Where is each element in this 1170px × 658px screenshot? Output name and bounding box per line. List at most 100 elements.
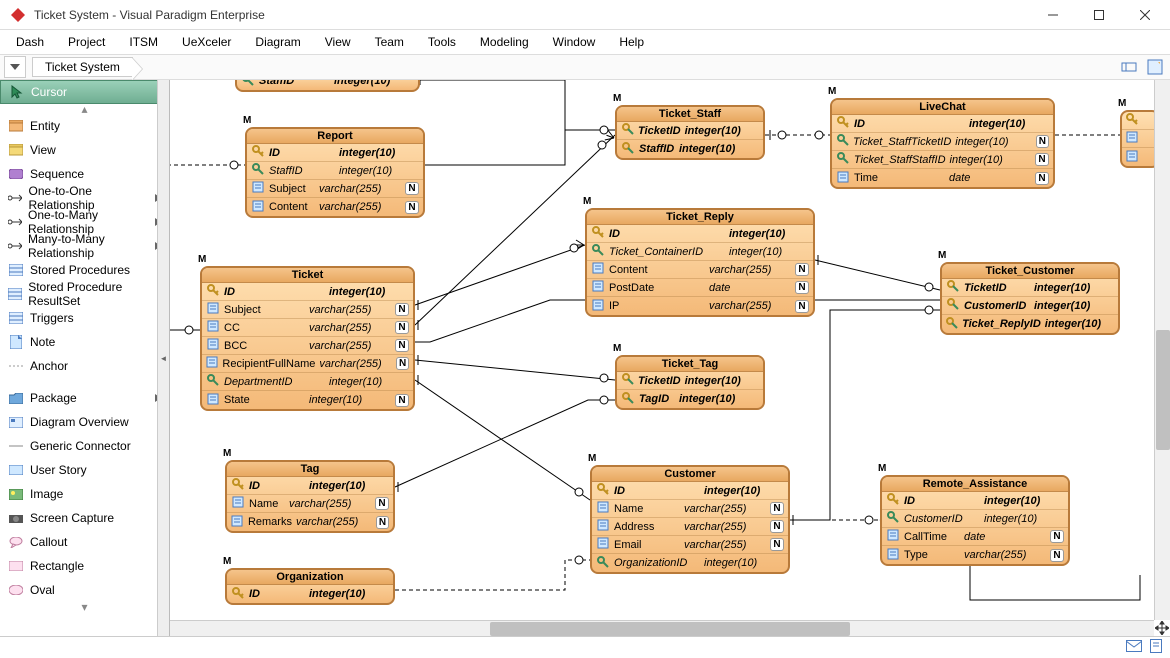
menu-project[interactable]: Project [56, 31, 117, 53]
entity-column[interactable]: Emailvarchar(255)N [592, 536, 788, 554]
menu-window[interactable]: Window [541, 31, 608, 53]
palette-user-story[interactable]: User Story [0, 458, 169, 482]
entity-column[interactable]: Namevarchar(255)N [592, 500, 788, 518]
entity-column[interactable]: Ticket_StaffStaffIDinteger(10)N [832, 151, 1053, 169]
entity-customer[interactable]: CustomerIDinteger(10)Namevarchar(255)NAd… [590, 465, 790, 574]
entity-organization[interactable]: OrganizationIDinteger(10) [225, 568, 395, 605]
entity-ticket_customer[interactable]: Ticket_CustomerTicketIDinteger(10)Custom… [940, 262, 1120, 335]
palette-many-to-many-relationship[interactable]: Many-to-Many Relationship [0, 234, 169, 258]
entity-remote_assistance[interactable]: Remote_AssistanceIDinteger(10)CustomerID… [880, 475, 1070, 566]
menu-uexceler[interactable]: UeXceler [170, 31, 243, 53]
entity-column[interactable]: TicketIDinteger(10) [617, 372, 763, 390]
palette-sequence[interactable]: Sequence [0, 162, 169, 186]
entity-column[interactable]: CustomerIDinteger(10) [942, 297, 1118, 315]
document-icon[interactable] [1150, 639, 1162, 656]
palette-oval[interactable]: Oval [0, 578, 169, 602]
entity-column[interactable]: Subjectvarchar(255)N [247, 180, 423, 198]
entity-column[interactable]: CCvarchar(255)N [202, 319, 413, 337]
entity-column[interactable]: Contentvarchar(255)N [587, 261, 813, 279]
entity-column[interactable]: IPvarchar(255)N [587, 297, 813, 315]
entity-column[interactable]: IDinteger(10) [227, 585, 393, 603]
entity-column[interactable]: TimedateN [832, 169, 1053, 187]
menu-dash[interactable]: Dash [4, 31, 56, 53]
palette-anchor[interactable]: Anchor [0, 354, 169, 378]
entity-tag[interactable]: TagIDinteger(10)Namevarchar(255)NRemarks… [225, 460, 395, 533]
entity-column[interactable]: TagIDinteger(10) [617, 390, 763, 408]
entity-report[interactable]: ReportIDinteger(10)StaffIDinteger(10)Sub… [245, 127, 425, 218]
palette-view[interactable]: View [0, 138, 169, 162]
entity-column[interactable]: IDinteger(10) [247, 144, 423, 162]
horizontal-scrollbar[interactable] [170, 620, 1154, 636]
entity-column[interactable]: TicketIDinteger(10) [942, 279, 1118, 297]
entity-column[interactable]: IDinteger(10) [832, 115, 1053, 133]
menu-help[interactable]: Help [607, 31, 656, 53]
palette-stored-procedures[interactable]: Stored Procedures [0, 258, 169, 282]
entity-column[interactable]: CustomerIDinteger(10) [882, 510, 1068, 528]
menu-itsm[interactable]: ITSM [117, 31, 170, 53]
entity-column[interactable]: StaffIDinteger(10) [617, 140, 763, 158]
entity-column[interactable]: CallTimedateN [882, 528, 1068, 546]
entity-column[interactable]: BCCvarchar(255)N [202, 337, 413, 355]
maximize-button[interactable] [1076, 0, 1122, 30]
breadcrumb-dropdown-button[interactable] [4, 56, 26, 78]
entity-column[interactable]: Addressvarchar(255)N [592, 518, 788, 536]
close-button[interactable] [1122, 0, 1168, 30]
menu-tools[interactable]: Tools [416, 31, 468, 53]
palette-diagram-overview[interactable]: Diagram Overview [0, 410, 169, 434]
palette-cursor[interactable]: Cursor [0, 80, 169, 104]
palette-note[interactable]: Note [0, 330, 169, 354]
entity-column[interactable]: Ticket_ContainerIDinteger(10) [587, 243, 813, 261]
palette-rectangle[interactable]: Rectangle [0, 554, 169, 578]
entity-column[interactable]: RecipientFullNamevarchar(255)N [202, 355, 413, 373]
menu-modeling[interactable]: Modeling [468, 31, 541, 53]
entity-column[interactable] [1122, 112, 1154, 130]
palette-collapse-handle[interactable]: ◄ [157, 80, 169, 636]
entity-column[interactable]: Remarksvarchar(255)N [227, 513, 393, 531]
entity-column[interactable]: Contentvarchar(255)N [247, 198, 423, 216]
entity-column[interactable]: PostDatedateN [587, 279, 813, 297]
entity-column[interactable]: IDinteger(10) [587, 225, 813, 243]
entity-fragment_top[interactable]: StaffIDinteger(10) [235, 80, 420, 92]
mail-icon[interactable] [1126, 640, 1142, 655]
entity-livechat[interactable]: LiveChatIDinteger(10)Ticket_StaffTicketI… [830, 98, 1055, 189]
entity-column[interactable]: Typevarchar(255)N [882, 546, 1068, 564]
entity-frag_right[interactable] [1120, 110, 1154, 168]
entity-column[interactable]: Subjectvarchar(255)N [202, 301, 413, 319]
entity-column[interactable]: Ticket_ReplyIDinteger(10) [942, 315, 1118, 333]
palette-generic-connector[interactable]: Generic Connector [0, 434, 169, 458]
palette-screen-capture[interactable]: Screen Capture [0, 506, 169, 530]
toolbar-layout-icon[interactable] [1118, 56, 1140, 78]
palette-entity[interactable]: Entity [0, 114, 169, 138]
entity-column[interactable] [1122, 148, 1154, 166]
minimize-button[interactable] [1030, 0, 1076, 30]
entity-column[interactable]: Ticket_StaffTicketIDinteger(10)N [832, 133, 1053, 151]
entity-ticket[interactable]: TicketIDinteger(10)Subjectvarchar(255)NC… [200, 266, 415, 411]
palette-package[interactable]: Package [0, 386, 169, 410]
entity-ticket_tag[interactable]: Ticket_TagTicketIDinteger(10)TagIDintege… [615, 355, 765, 410]
menu-view[interactable]: View [313, 31, 363, 53]
entity-column[interactable] [1122, 130, 1154, 148]
vertical-scrollbar[interactable] [1154, 80, 1170, 620]
entity-column[interactable]: IDinteger(10) [592, 482, 788, 500]
entity-ticket_reply[interactable]: Ticket_ReplyIDinteger(10)Ticket_Containe… [585, 208, 815, 317]
breadcrumb-item[interactable]: Ticket System [32, 57, 133, 77]
palette-one-to-many-relationship[interactable]: One-to-Many Relationship [0, 210, 169, 234]
entity-column[interactable]: IDinteger(10) [202, 283, 413, 301]
entity-column[interactable]: DepartmentIDinteger(10) [202, 373, 413, 391]
entity-column[interactable]: TicketIDinteger(10) [617, 122, 763, 140]
entity-column[interactable]: OrganizationIDinteger(10) [592, 554, 788, 572]
diagram-canvas[interactable]: StaffIDinteger(10)ReportIDinteger(10)Sta… [170, 80, 1154, 620]
menu-diagram[interactable]: Diagram [243, 31, 312, 53]
entity-column[interactable]: Stateinteger(10)N [202, 391, 413, 409]
entity-column[interactable]: StaffIDinteger(10) [247, 162, 423, 180]
palette-triggers[interactable]: Triggers [0, 306, 169, 330]
menu-team[interactable]: Team [363, 31, 416, 53]
palette-image[interactable]: Image [0, 482, 169, 506]
pan-move-icon[interactable] [1154, 620, 1170, 636]
entity-column[interactable]: StaffIDinteger(10) [237, 80, 418, 90]
entity-column[interactable]: IDinteger(10) [882, 492, 1068, 510]
entity-column[interactable]: IDinteger(10) [227, 477, 393, 495]
toolbar-new-icon[interactable] [1144, 56, 1166, 78]
palette-stored-procedure-resultset[interactable]: Stored Procedure ResultSet [0, 282, 169, 306]
palette-one-to-one-relationship[interactable]: One-to-One Relationship [0, 186, 169, 210]
